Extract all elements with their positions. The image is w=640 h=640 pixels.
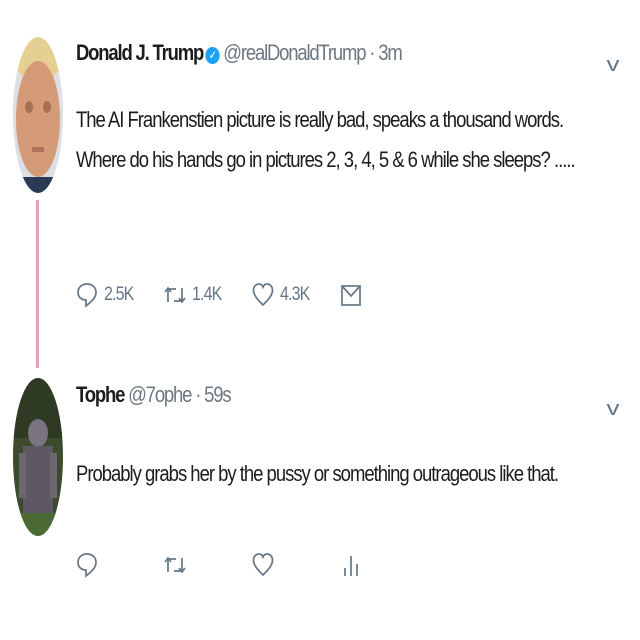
analytics-icon	[340, 552, 362, 578]
retweet-button[interactable]	[164, 552, 186, 578]
separator-dot: ·	[195, 382, 201, 407]
heart-icon	[252, 282, 274, 308]
reply-button[interactable]	[76, 552, 98, 578]
timestamp[interactable]: 59s	[204, 382, 231, 407]
tweet-donald-trump[interactable]: Donald J. Trump ✓ @realDonaldTrump · 3m v …	[0, 0, 640, 372]
tweet-header: Tophe @7ophe · 59s	[76, 382, 232, 408]
retweet-icon	[164, 282, 186, 308]
tweet-tophe[interactable]: Tophe @7ophe · 59s v Probably grabs her …	[0, 372, 640, 640]
display-name[interactable]: Tophe	[76, 382, 125, 407]
retweet-count: 1.4K	[192, 284, 222, 305]
direct-message-button[interactable]	[340, 282, 362, 308]
thread-connector-line	[36, 200, 39, 368]
reply-icon	[76, 552, 98, 578]
tweet-header: Donald J. Trump ✓ @realDonaldTrump · 3m	[76, 40, 403, 66]
timestamp[interactable]: 3m	[378, 40, 402, 65]
user-handle[interactable]: @7ophe	[128, 382, 192, 407]
separator-dot: ·	[369, 40, 375, 65]
user-handle[interactable]: @realDonaldTrump	[223, 40, 366, 65]
chevron-down-icon[interactable]: v	[607, 54, 620, 77]
envelope-icon	[340, 282, 362, 308]
display-name[interactable]: Donald J. Trump	[76, 40, 204, 65]
reply-icon	[76, 282, 98, 308]
like-button[interactable]: 4.3K	[252, 282, 315, 308]
avatar[interactable]	[13, 378, 63, 536]
tweet-text: The AI Frankenstien picture is really ba…	[76, 107, 576, 172]
chevron-down-icon[interactable]: v	[607, 398, 620, 421]
analytics-button[interactable]	[340, 552, 362, 578]
heart-icon	[252, 552, 274, 578]
tweet-text: Probably grabs her by the pussy or somet…	[76, 461, 559, 486]
reply-button[interactable]: 2.5K	[76, 282, 139, 308]
verified-badge-icon: ✓	[205, 47, 220, 64]
retweet-button[interactable]: 1.4K	[164, 282, 227, 308]
like-count: 4.3K	[280, 284, 310, 305]
avatar[interactable]	[13, 37, 63, 193]
retweet-icon	[164, 552, 186, 578]
reply-count: 2.5K	[104, 284, 134, 305]
like-button[interactable]	[252, 552, 274, 578]
